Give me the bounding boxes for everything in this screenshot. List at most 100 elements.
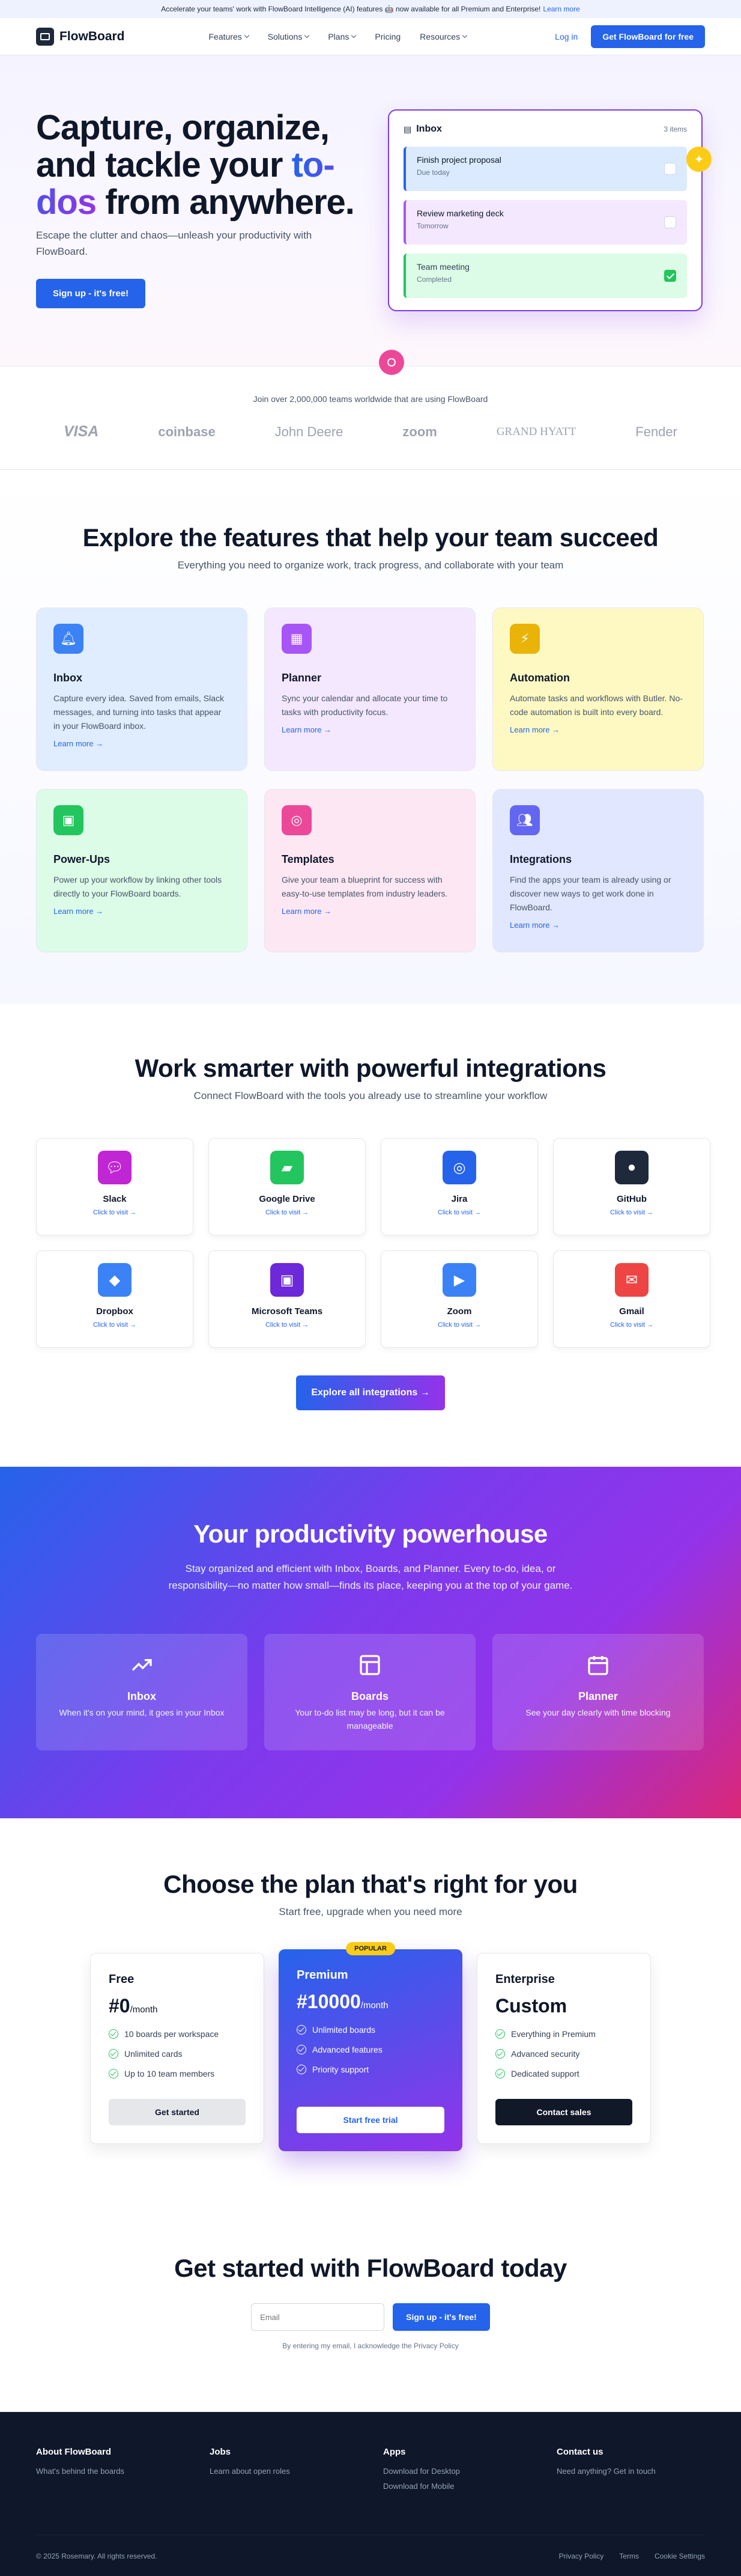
integration-card-dropbox[interactable]: ◆ Dropbox Click to visit → xyxy=(36,1250,193,1348)
announcement-text: Accelerate your teams' work with FlowBoa… xyxy=(161,5,541,13)
users-icon: 👥︎ xyxy=(510,805,540,835)
grand-hyatt-logo: GRAND HYATT xyxy=(496,425,576,438)
nav-item-resources[interactable]: Resources xyxy=(420,32,468,41)
plan-name: Premium xyxy=(297,1969,348,1982)
feature-card-text: Give your team a blueprint for success w… xyxy=(282,875,448,899)
terms-link[interactable]: Terms xyxy=(619,2552,639,2560)
feature-card-title: Templates xyxy=(282,853,334,865)
click-to-visit-link[interactable]: Click to visit → xyxy=(265,1209,309,1216)
nav-links: Features Solutions Plans Pricing Resourc… xyxy=(209,31,468,41)
click-to-visit-link[interactable]: Click to visit → xyxy=(438,1209,481,1216)
learn-more-link[interactable]: Learn more → xyxy=(282,725,458,734)
nav-item-solutions[interactable]: Solutions xyxy=(267,31,310,41)
nav-item-label: Solutions xyxy=(267,31,303,41)
powerhouse-card-inbox: Inbox When it's on your mind, it goes in… xyxy=(36,1634,247,1751)
popular-badge: POPULAR xyxy=(346,1942,395,1955)
cookie-settings-link[interactable]: Cookie Settings xyxy=(655,2552,705,2560)
click-to-visit-link[interactable]: Click to visit → xyxy=(610,1321,653,1329)
nav-item-features[interactable]: Features xyxy=(209,32,249,41)
click-to-visit-link[interactable]: Click to visit → xyxy=(93,1209,136,1216)
inbox-count: 3 items xyxy=(664,125,687,133)
footer: About FlowBoard What's behind the boards… xyxy=(0,2412,741,2576)
get-flowboard-button[interactable]: Get FlowBoard for free xyxy=(591,25,705,48)
check-circle-icon xyxy=(109,2049,118,2059)
plan-price-period: /month xyxy=(360,2000,389,2011)
learn-more-link[interactable]: Learn more → xyxy=(53,739,230,748)
announcement-learn-more-link[interactable]: Learn more xyxy=(543,5,579,13)
integration-card-gmail[interactable]: ✉︎ Gmail Click to visit → xyxy=(553,1250,710,1348)
feature-card-power-ups[interactable]: ▣ Power-Ups Power up your workflow by li… xyxy=(36,789,247,952)
task-checkbox[interactable] xyxy=(664,216,676,228)
plan-feature: Dedicated support xyxy=(495,2069,632,2078)
announcement-bar: Accelerate your teams' work with FlowBoa… xyxy=(0,0,741,18)
pricing-section: Choose the plan that's right for you Sta… xyxy=(0,1818,741,2230)
plan-price-period: /month xyxy=(130,2005,158,2015)
integration-card-slack[interactable]: 💬︎ Slack Click to visit → xyxy=(36,1138,193,1235)
task-item[interactable]: Finish project proposal Due today xyxy=(404,147,687,191)
start-free-trial-button[interactable]: Start free trial xyxy=(297,2107,444,2133)
plan-feature-text: Unlimited boards xyxy=(312,2025,376,2035)
nav-item-pricing[interactable]: Pricing xyxy=(375,32,401,41)
nav-item-plans[interactable]: Plans xyxy=(328,32,357,41)
click-to-visit-link[interactable]: Click to visit → xyxy=(438,1321,481,1329)
feature-card-automation[interactable]: ⚡︎ Automation Automate tasks and workflo… xyxy=(492,607,704,771)
privacy-note: By entering my email, I acknowledge the … xyxy=(282,2342,459,2350)
footer-link[interactable]: Need anything? Get in touch xyxy=(557,2467,730,2476)
learn-more-link[interactable]: Learn more → xyxy=(53,907,230,916)
integration-card-google-drive[interactable]: ▰ Google Drive Click to visit → xyxy=(208,1138,366,1235)
fender-logo: Fender xyxy=(635,424,677,439)
integration-card-zoom[interactable]: ▶ Zoom Click to visit → xyxy=(381,1250,538,1348)
integrations-section: Work smarter with powerful integrations … xyxy=(0,1004,741,1467)
check-circle-icon xyxy=(495,2049,505,2059)
hero-subtitle: Escape the clutter and chaos—unleash you… xyxy=(36,230,312,258)
learn-more-link[interactable]: Learn more → xyxy=(510,725,686,734)
bell-icon: 🔔︎ xyxy=(53,624,83,654)
email-field[interactable] xyxy=(251,2303,385,2331)
get-started-button[interactable]: Get started xyxy=(109,2099,246,2125)
footer-col-jobs: Jobs Learn about open roles xyxy=(210,2447,383,2491)
plan-card-enterprise: Enterprise Custom Everything in Premium … xyxy=(477,1953,651,2144)
learn-more-link[interactable]: Learn more → xyxy=(510,921,686,930)
integration-card-jira[interactable]: ◎ Jira Click to visit → xyxy=(381,1138,538,1235)
integration-card-microsoft-teams[interactable]: ▣ Microsoft Teams Click to visit → xyxy=(208,1250,366,1348)
signup-button[interactable]: Sign up - it's free! xyxy=(393,2303,490,2331)
nav-item-label: Pricing xyxy=(375,31,401,41)
hero-signup-button[interactable]: Sign up - it's free! xyxy=(36,279,146,308)
check-circle-icon xyxy=(495,2029,505,2039)
hero-title-part: from anywhere. xyxy=(96,183,355,222)
click-to-visit-link[interactable]: Click to visit → xyxy=(93,1321,136,1329)
nav-item-label: Features xyxy=(208,31,242,41)
task-item[interactable]: Review marketing deck Tomorrow xyxy=(404,200,687,245)
explore-integrations-button[interactable]: Explore all integrations → xyxy=(296,1375,445,1410)
integrations-grid: 💬︎ Slack Click to visit → ▰ Google Drive … xyxy=(0,1138,741,1348)
feature-card-title: Integrations xyxy=(510,853,572,865)
feature-card-inbox[interactable]: 🔔︎ Inbox Capture every idea. Saved from … xyxy=(36,607,247,771)
team-icon: ▣ xyxy=(270,1263,304,1297)
task-checkbox[interactable] xyxy=(664,163,676,175)
login-link[interactable]: Log in xyxy=(555,32,578,41)
click-to-visit-link[interactable]: Click to visit → xyxy=(265,1321,309,1329)
feature-card-planner[interactable]: ▦ Planner Sync your calendar and allocat… xyxy=(264,607,476,771)
brand-logo[interactable]: FlowBoard xyxy=(36,27,125,46)
integration-name: Zoom xyxy=(447,1306,472,1317)
feature-card-title: Planner xyxy=(282,672,322,684)
footer-link[interactable]: Download for Mobile xyxy=(383,2482,557,2491)
octocat-icon: ● xyxy=(615,1151,649,1184)
features-section: Explore the features that help your team… xyxy=(0,470,741,1004)
footer-link[interactable]: Learn about open roles xyxy=(210,2467,383,2476)
click-to-visit-link[interactable]: Click to visit → xyxy=(610,1209,653,1216)
contact-sales-button[interactable]: Contact sales xyxy=(495,2099,632,2125)
template-icon: ◎ xyxy=(282,805,312,835)
footer-link[interactable]: What's behind the boards xyxy=(36,2467,210,2476)
coinbase-logo: coinbase xyxy=(158,424,216,439)
feature-card-integrations[interactable]: 👥︎ Integrations Find the apps your team … xyxy=(492,789,704,952)
plan-feature-text: Priority support xyxy=(312,2065,369,2074)
feature-card-templates[interactable]: ◎ Templates Give your team a blueprint f… xyxy=(264,789,476,952)
task-checkbox-checked[interactable] xyxy=(664,270,676,282)
learn-more-link[interactable]: Learn more → xyxy=(282,907,458,916)
privacy-policy-link[interactable]: Privacy Policy xyxy=(559,2552,604,2560)
footer-link[interactable]: Download for Desktop xyxy=(383,2467,557,2476)
integration-card-github[interactable]: ● GitHub Click to visit → xyxy=(553,1138,710,1235)
hero-title-part: Capture, organize, and tackle your xyxy=(36,108,330,185)
task-item[interactable]: Team meeting Completed xyxy=(404,254,687,298)
